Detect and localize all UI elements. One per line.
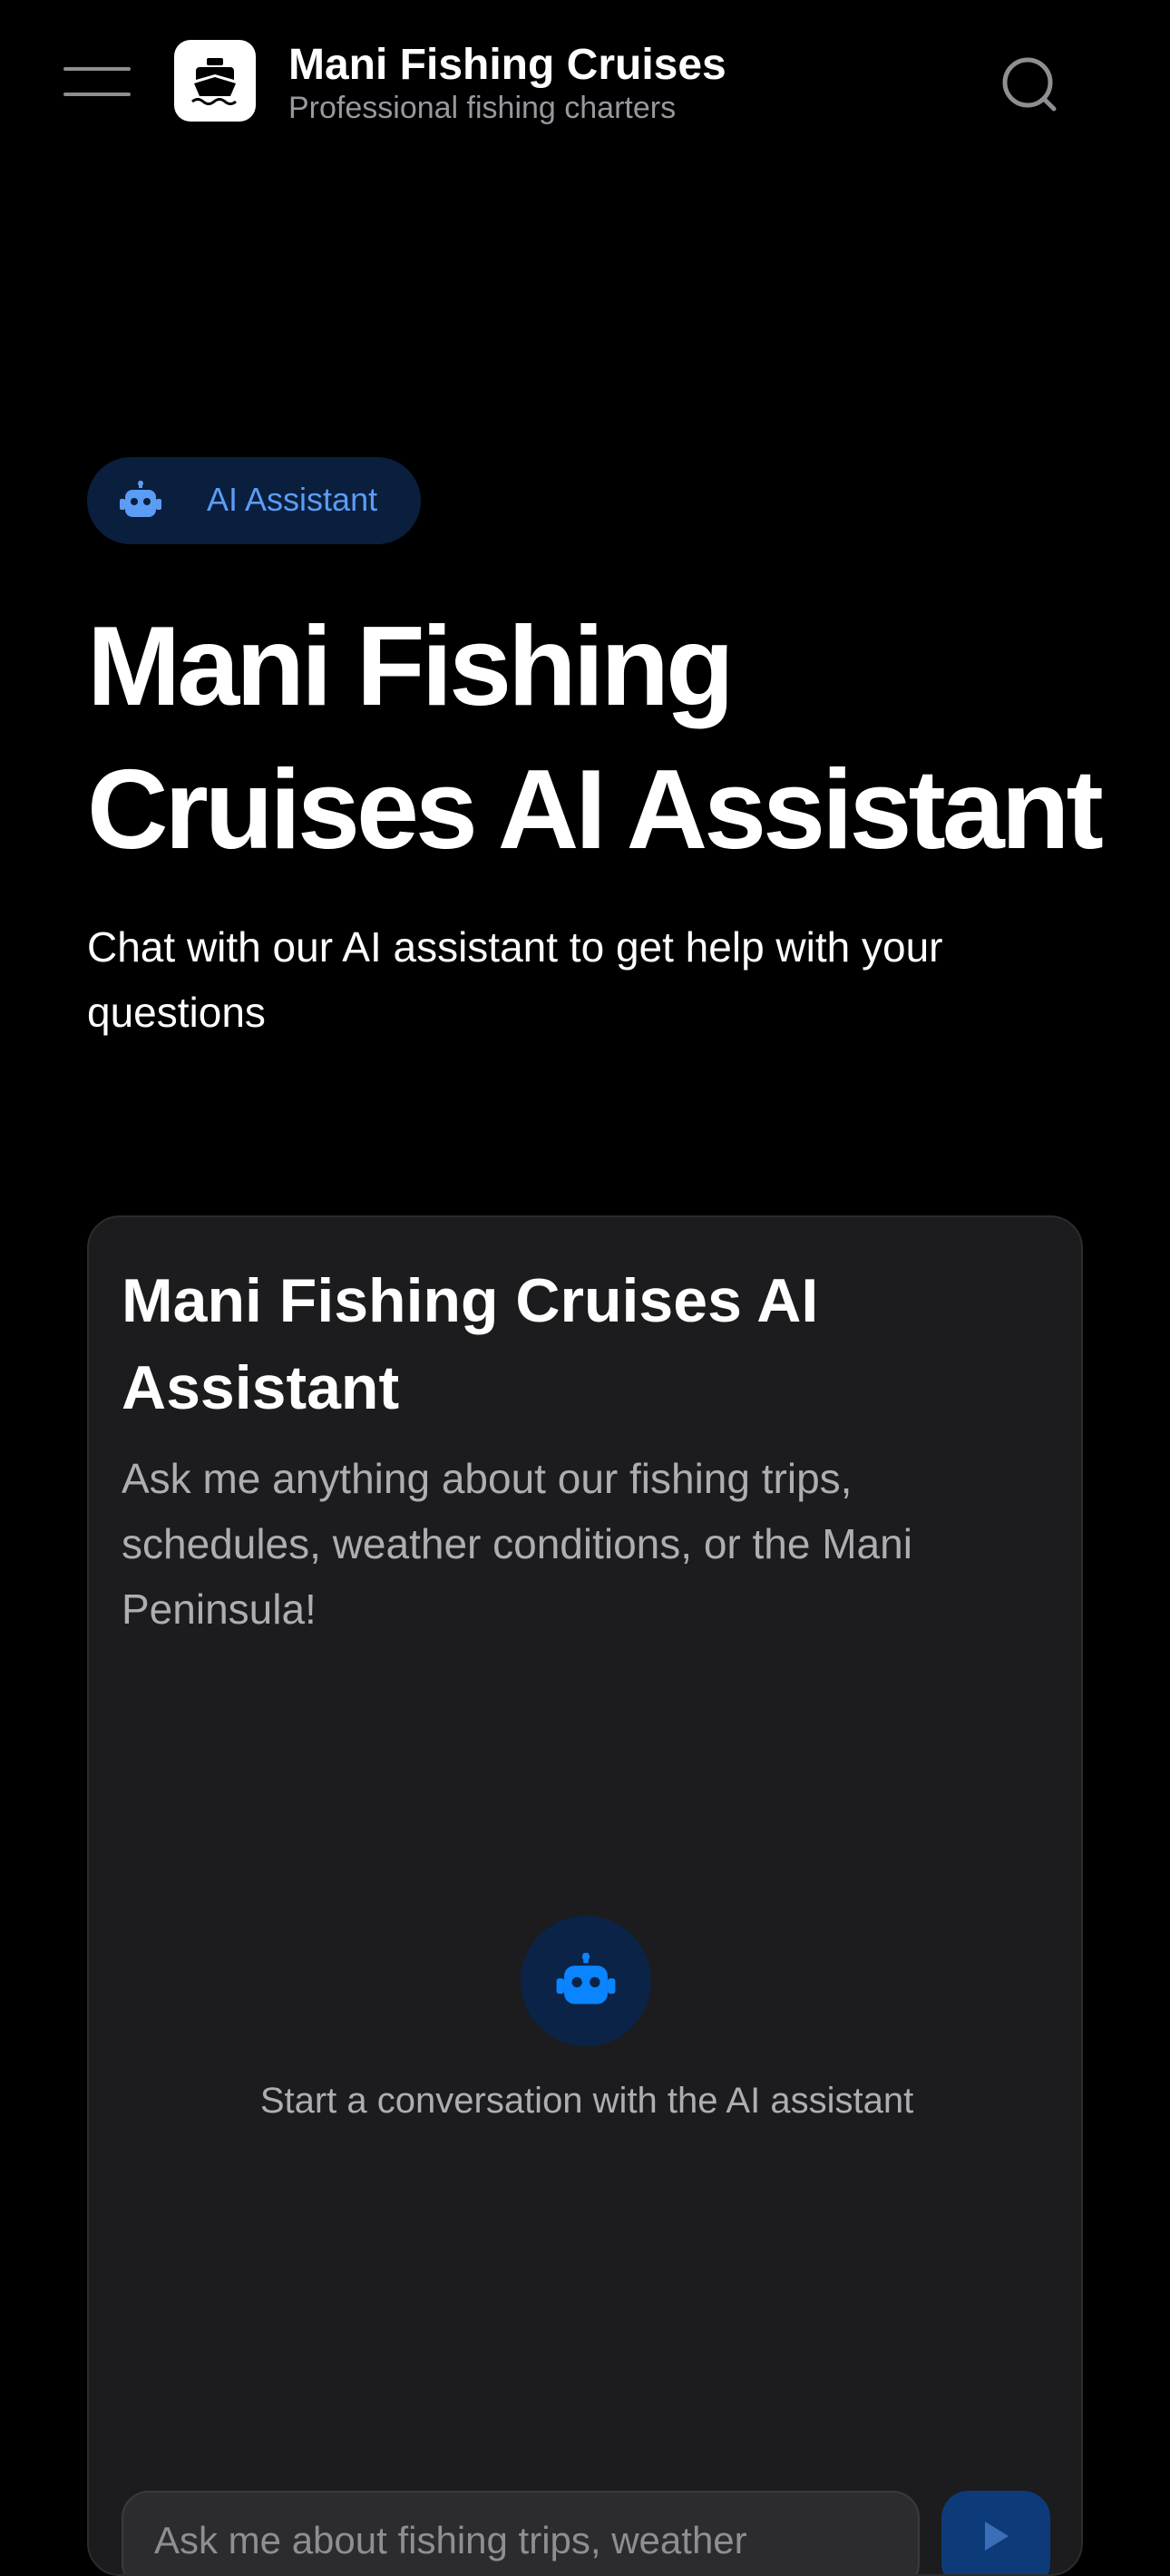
hamburger-menu-icon [63,67,131,71]
robot-icon [556,1953,616,2005]
page-subtitle: Chat with our AI assistant to get help w… [87,923,943,1036]
chat-card: Mani Fishing Cruises AI Assistant Ask me… [87,1215,1083,2576]
search-icon [1002,57,1057,112]
empty-state-text: Start a conversation with the AI assista… [259,2081,914,2121]
empty-state-avatar [521,1916,651,2046]
chat-card-title: Mani Fishing Cruises AI Assistant [122,1266,819,1422]
send-arrow-icon [985,2522,1009,2551]
send-button[interactable] [941,2491,1050,2574]
search-button[interactable] [998,53,1061,116]
brand-subtitle: Professional fishing charters [288,91,677,125]
menu-button[interactable] [63,63,132,100]
chat-card-description: Ask me anything about our fishing trips,… [122,1455,912,1633]
robot-icon [120,481,161,517]
hamburger-menu-icon-bar [63,93,131,96]
chat-message-input[interactable] [122,2491,920,2574]
page-title: Mani Fishing Cruises AI Assistant [87,604,1104,873]
brand-title: Mani Fishing Cruises [288,41,726,89]
top-header: Mani Fishing Cruises Professional fishin… [0,0,1170,163]
ship-icon[interactable] [174,40,256,122]
badge-label: AI Assistant [207,481,378,518]
ai-assistant-badge: AI Assistant [87,457,421,544]
